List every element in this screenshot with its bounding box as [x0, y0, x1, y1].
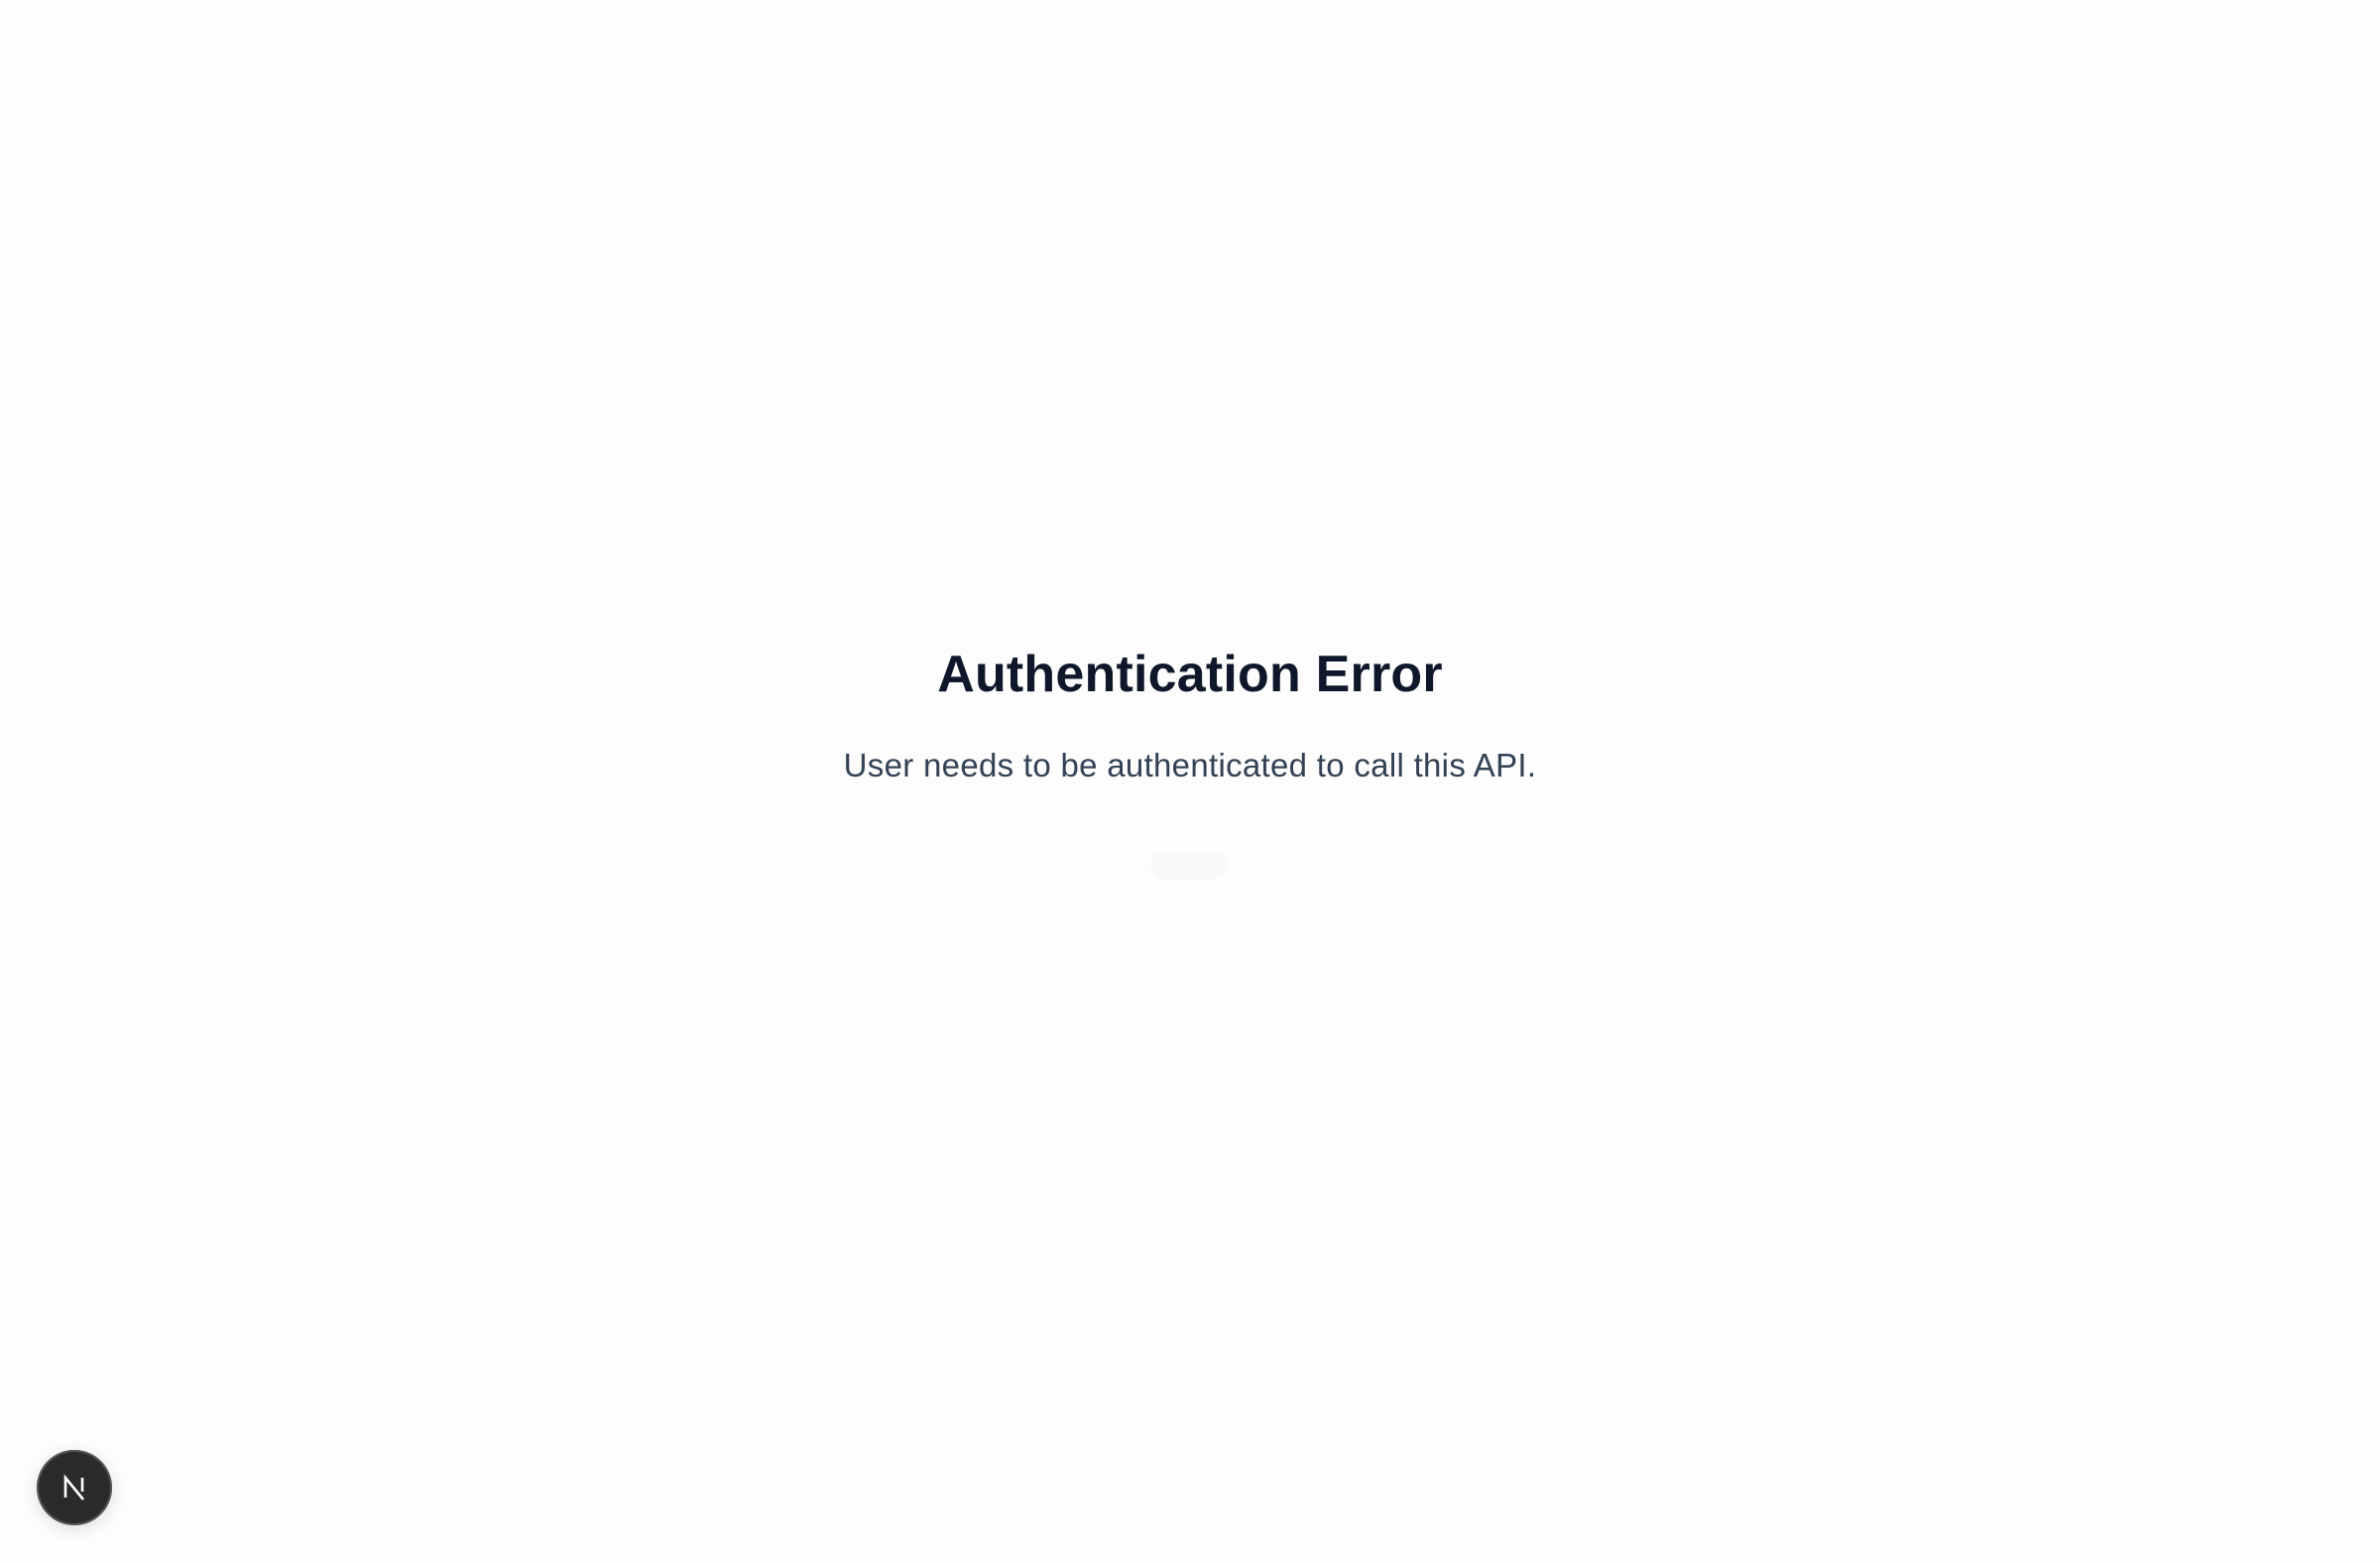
page: Authentication Error User needs to be au… — [0, 0, 2380, 1563]
error-message: User needs to be authenticated to call t… — [843, 747, 1537, 783]
nextjs-logo-icon — [63, 1474, 85, 1501]
error-title: Authentication Error — [937, 646, 1443, 703]
loading-placeholder — [1150, 851, 1230, 879]
error-panel: Authentication Error User needs to be au… — [0, 635, 2380, 789]
nextjs-dev-tools-button[interactable] — [37, 1450, 112, 1525]
